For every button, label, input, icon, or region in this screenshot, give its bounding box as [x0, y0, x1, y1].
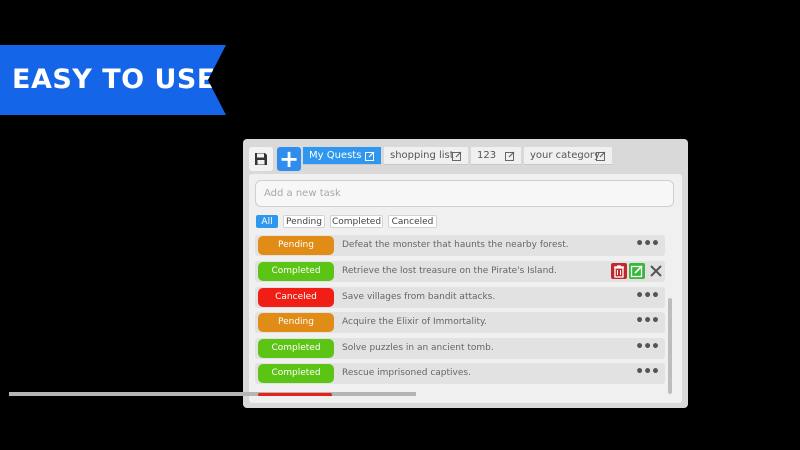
more-options-button[interactable]: •••	[635, 312, 660, 333]
edit-icon[interactable]	[452, 151, 462, 161]
task-row[interactable]: Completed Retrieve the lost treasure on …	[255, 261, 665, 282]
task-text: Defeat the monster that haunts the nearb…	[342, 240, 569, 250]
promo-banner: EASY TO USE	[0, 45, 226, 115]
task-text: Save villages from bandit attacks.	[342, 292, 496, 302]
status-badge[interactable]: Completed	[258, 364, 334, 383]
status-badge[interactable]: Completed	[258, 339, 334, 358]
task-row[interactable]: Pending Acquire the Elixir of Immortalit…	[255, 312, 665, 333]
tab-label: 123	[477, 150, 497, 161]
edit-icon	[630, 265, 643, 278]
edit-icon[interactable]	[365, 151, 375, 161]
tab-label: My Quests	[309, 150, 362, 161]
task-row[interactable]: Completed Solve puzzles in an ancient to…	[255, 338, 665, 359]
delete-button[interactable]	[611, 263, 627, 279]
status-badge[interactable]: Pending	[258, 313, 334, 332]
add-category-button[interactable]: +	[277, 147, 301, 171]
filter-completed[interactable]: Completed	[330, 215, 383, 228]
status-badge[interactable]: Canceled	[258, 288, 334, 307]
tab-label: shopping list	[390, 150, 454, 161]
more-options-button[interactable]: •••	[635, 338, 660, 359]
floppy-disk-icon	[255, 153, 267, 165]
app-window: + My Quests shopping list 123 your categ…	[243, 139, 688, 408]
filter-canceled[interactable]: Canceled	[388, 215, 437, 228]
tab-label: your category	[530, 150, 600, 161]
trash-icon	[614, 265, 624, 278]
save-button[interactable]	[249, 147, 273, 171]
task-row[interactable]: Pending Defeat the monster that haunts t…	[255, 235, 665, 256]
plus-icon: +	[278, 145, 300, 173]
edit-icon[interactable]	[505, 151, 515, 161]
task-row[interactable]: Canceled Save villages from bandit attac…	[255, 287, 665, 308]
filter-all[interactable]: All	[256, 215, 278, 228]
new-task-input[interactable]	[255, 180, 674, 207]
close-icon	[650, 265, 662, 277]
task-text: Retrieve the lost treasure on the Pirate…	[342, 266, 557, 276]
task-text: Solve puzzles in an ancient tomb.	[342, 343, 494, 353]
status-badge[interactable]: Pending	[258, 236, 334, 255]
tab-my-quests[interactable]: My Quests	[303, 147, 381, 165]
edit-task-button[interactable]	[629, 263, 645, 279]
tab-123[interactable]: 123	[471, 147, 521, 165]
tab-shopping-list[interactable]: shopping list	[384, 147, 468, 165]
status-badge[interactable]: Completed	[258, 262, 334, 281]
status-badge-partial	[258, 393, 332, 396]
scrollbar-thumb[interactable]	[668, 298, 672, 394]
task-text: Acquire the Elixir of Immortality.	[342, 317, 487, 327]
task-panel: All Pending Completed Canceled Pending D…	[249, 174, 682, 403]
task-row[interactable]: Completed Rescue imprisoned captives. ••…	[255, 363, 665, 384]
filter-pending[interactable]: Pending	[283, 215, 325, 228]
toolbar: + My Quests shopping list 123 your categ…	[247, 142, 684, 174]
task-row-partial	[9, 392, 416, 396]
close-actions-button[interactable]	[649, 263, 663, 279]
more-options-button[interactable]: •••	[635, 287, 660, 308]
task-list: Pending Defeat the monster that haunts t…	[255, 235, 667, 395]
banner-text: EASY TO USE	[12, 64, 216, 95]
more-options-button[interactable]: •••	[635, 235, 660, 256]
edit-icon[interactable]	[596, 151, 606, 161]
tab-your-category[interactable]: your category	[524, 147, 612, 165]
more-options-button[interactable]: •••	[635, 363, 660, 384]
task-text: Rescue imprisoned captives.	[342, 368, 471, 378]
